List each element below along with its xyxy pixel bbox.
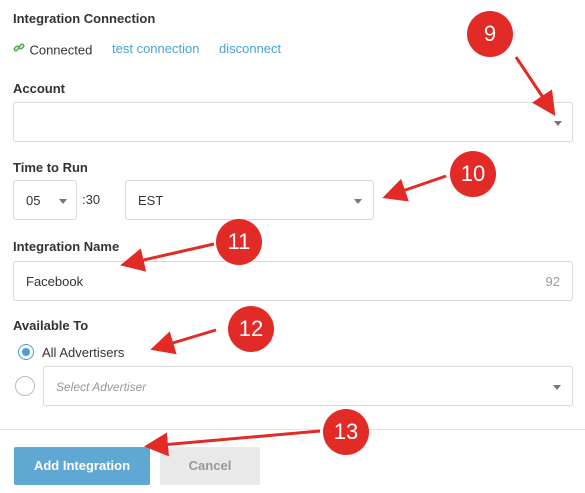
annotation-arrow-12 — [150, 328, 217, 355]
annotation-badge-10: 10 — [450, 151, 496, 197]
annotation-badge-11: 11 — [216, 219, 262, 265]
annotation-badge-12: 12 — [228, 306, 274, 352]
annotation-badge-9: 9 — [467, 11, 513, 57]
annotation-badge-13: 13 — [323, 409, 369, 455]
annotation-arrow-11 — [120, 242, 215, 272]
annotation-arrows — [120, 56, 556, 457]
annotation-arrow-10 — [382, 174, 447, 202]
annotation-arrow-13 — [144, 429, 321, 457]
annotation-arrow-9 — [514, 56, 556, 116]
